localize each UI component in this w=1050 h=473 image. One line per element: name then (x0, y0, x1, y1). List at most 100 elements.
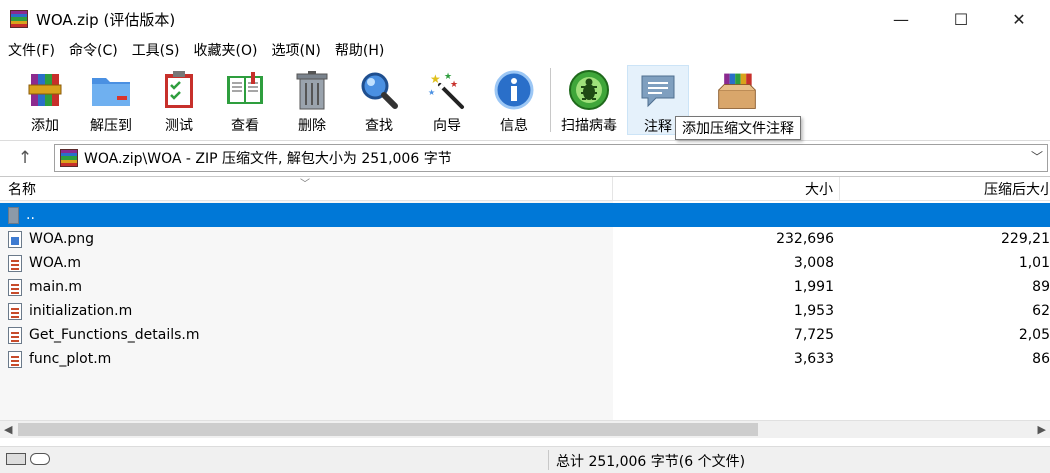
test-button[interactable]: 测试 (148, 65, 210, 135)
chevron-down-icon[interactable]: ﹀ (1031, 148, 1043, 165)
column-name-label: 名称 (8, 182, 36, 198)
add-button[interactable]: 添加 (14, 65, 76, 135)
file-name: Get_Functions_details.m (29, 327, 200, 343)
test-label: 测试 (165, 118, 193, 134)
file-size (613, 203, 834, 227)
column-header: 名称 ﹀ 大小 压缩后大小 (0, 177, 1050, 201)
title-bar: WOA.zip (评估版本) — ☐ ✕ (0, 0, 1050, 38)
archive-icon (60, 149, 78, 167)
file-packed-size: 2,05 (1018, 327, 1050, 343)
close-button[interactable]: ✕ (996, 0, 1042, 38)
winrar-app-icon (10, 10, 28, 28)
horizontal-scrollbar[interactable]: ◀ ▶ (0, 420, 1050, 438)
toolbar: 添加 解压到 测试 查看 删除 查找 ★ ★ ★ ★ 向导 信息 扫描病毒 注释 (0, 62, 1050, 138)
file-size: 1,991 (793, 279, 834, 295)
table-row[interactable]: main.m 1,991 89 (0, 275, 1050, 299)
scan-virus-button[interactable]: 扫描病毒 (558, 65, 620, 135)
file-packed-size: 62 (1032, 303, 1050, 319)
scroll-right-icon[interactable]: ▶ (1038, 423, 1046, 436)
scroll-left-icon[interactable]: ◀ (4, 423, 12, 436)
svg-text:★: ★ (428, 88, 435, 97)
svg-text:★: ★ (430, 72, 441, 86)
file-list[interactable]: 名称 ﹀ 大小 压缩后大小 .. WOA.png 232,696 229,21 … (0, 176, 1050, 420)
file-name: func_plot.m (29, 351, 112, 367)
info-icon (492, 69, 536, 111)
file-name: initialization.m (29, 303, 133, 319)
scan-virus-label: 扫描病毒 (561, 118, 617, 134)
book-icon (223, 69, 267, 111)
wizard-button[interactable]: ★ ★ ★ ★ 向导 (416, 65, 478, 135)
magnifier-icon (357, 69, 401, 111)
menu-bar: 文件(F) 命令(C) 工具(S) 收藏夹(O) 选项(N) 帮助(H) (0, 38, 1050, 62)
view-label: 查看 (231, 118, 259, 134)
file-packed-size: 89 (1032, 279, 1050, 295)
find-label: 查找 (365, 118, 393, 134)
up-one-level-button[interactable]: ↑ (12, 147, 38, 169)
delete-label: 删除 (298, 118, 326, 134)
info-button[interactable]: 信息 (483, 65, 545, 135)
file-size: 7,725 (793, 327, 834, 343)
file-name: WOA.m (29, 255, 82, 271)
wizard-label: 向导 (433, 118, 461, 134)
file-name: main.m (29, 279, 83, 295)
add-label: 添加 (31, 118, 59, 134)
file-size: 232,696 (776, 231, 834, 247)
table-row[interactable]: WOA.png 232,696 229,21 (0, 227, 1050, 251)
extract-to-button[interactable]: 解压到 (80, 65, 142, 135)
menu-tools[interactable]: 工具(S) (132, 40, 180, 60)
extract-to-label: 解压到 (90, 118, 132, 134)
column-size-label: 大小 (805, 182, 833, 198)
table-row[interactable]: Get_Functions_details.m 7,725 2,05 (0, 323, 1050, 347)
address-path: WOA.zip\WOA - ZIP 压缩文件, 解包大小为 251,006 字节 (84, 151, 452, 167)
window-title: WOA.zip (评估版本) (36, 10, 176, 29)
menu-options[interactable]: 选项(N) (271, 40, 320, 60)
drive-icon[interactable] (6, 453, 26, 465)
find-button[interactable]: 查找 (348, 65, 410, 135)
status-summary: 总计 251,006 字节(6 个文件) (556, 453, 746, 470)
matlab-file-icon (8, 350, 22, 368)
arrow-up-icon: ↑ (17, 148, 33, 168)
table-row[interactable]: initialization.m 1,953 62 (0, 299, 1050, 323)
table-row[interactable]: WOA.m 3,008 1,01 (0, 251, 1050, 275)
parent-folder-icon (8, 206, 19, 224)
minimize-button[interactable]: — (878, 0, 924, 38)
column-packed-label: 压缩后大小 (984, 182, 1050, 198)
column-packed[interactable]: 压缩后大小 (840, 177, 1050, 201)
file-packed-size: 229,21 (1001, 231, 1050, 247)
virus-bug-icon (567, 69, 611, 111)
file-packed-size (840, 203, 1050, 227)
menu-commands[interactable]: 命令(C) (69, 40, 118, 60)
file-size: 1,953 (793, 303, 834, 319)
menu-favorites[interactable]: 收藏夹(O) (194, 40, 258, 60)
trash-icon (290, 69, 334, 111)
status-separator (548, 450, 549, 470)
matlab-file-icon (8, 302, 22, 320)
maximize-button[interactable]: ☐ (938, 0, 984, 38)
file-packed-size: 1,01 (1018, 255, 1050, 271)
scrollbar-thumb[interactable] (18, 423, 758, 436)
key-icon[interactable] (30, 453, 50, 465)
delete-button[interactable]: 删除 (281, 65, 343, 135)
clipboard-check-icon (157, 69, 201, 111)
view-button[interactable]: 查看 (214, 65, 276, 135)
table-row[interactable]: func_plot.m 3,633 86 (0, 347, 1050, 371)
comment-tooltip: 添加压缩文件注释 (675, 116, 801, 140)
address-bar[interactable]: WOA.zip\WOA - ZIP 压缩文件, 解包大小为 251,006 字节… (54, 144, 1048, 172)
address-row: ↑ WOA.zip\WOA - ZIP 压缩文件, 解包大小为 251,006 … (0, 140, 1050, 174)
comment-label: 注释 (644, 119, 672, 135)
menu-file[interactable]: 文件(F) (8, 40, 55, 60)
matlab-file-icon (8, 278, 22, 296)
matlab-file-icon (8, 326, 22, 344)
svg-text:★: ★ (450, 80, 458, 90)
speech-bubble-icon (636, 70, 680, 112)
file-name: .. (26, 207, 35, 223)
self-extracting-box-icon (715, 69, 759, 113)
matlab-file-icon (8, 254, 22, 272)
column-size[interactable]: 大小 (613, 177, 840, 201)
file-size: 3,008 (793, 255, 834, 271)
folder-icon (89, 69, 133, 111)
magic-wand-icon: ★ ★ ★ ★ (425, 69, 469, 111)
menu-help[interactable]: 帮助(H) (335, 40, 384, 60)
table-row[interactable]: .. (0, 203, 1050, 227)
sort-chevron-icon: ﹀ (300, 179, 310, 190)
